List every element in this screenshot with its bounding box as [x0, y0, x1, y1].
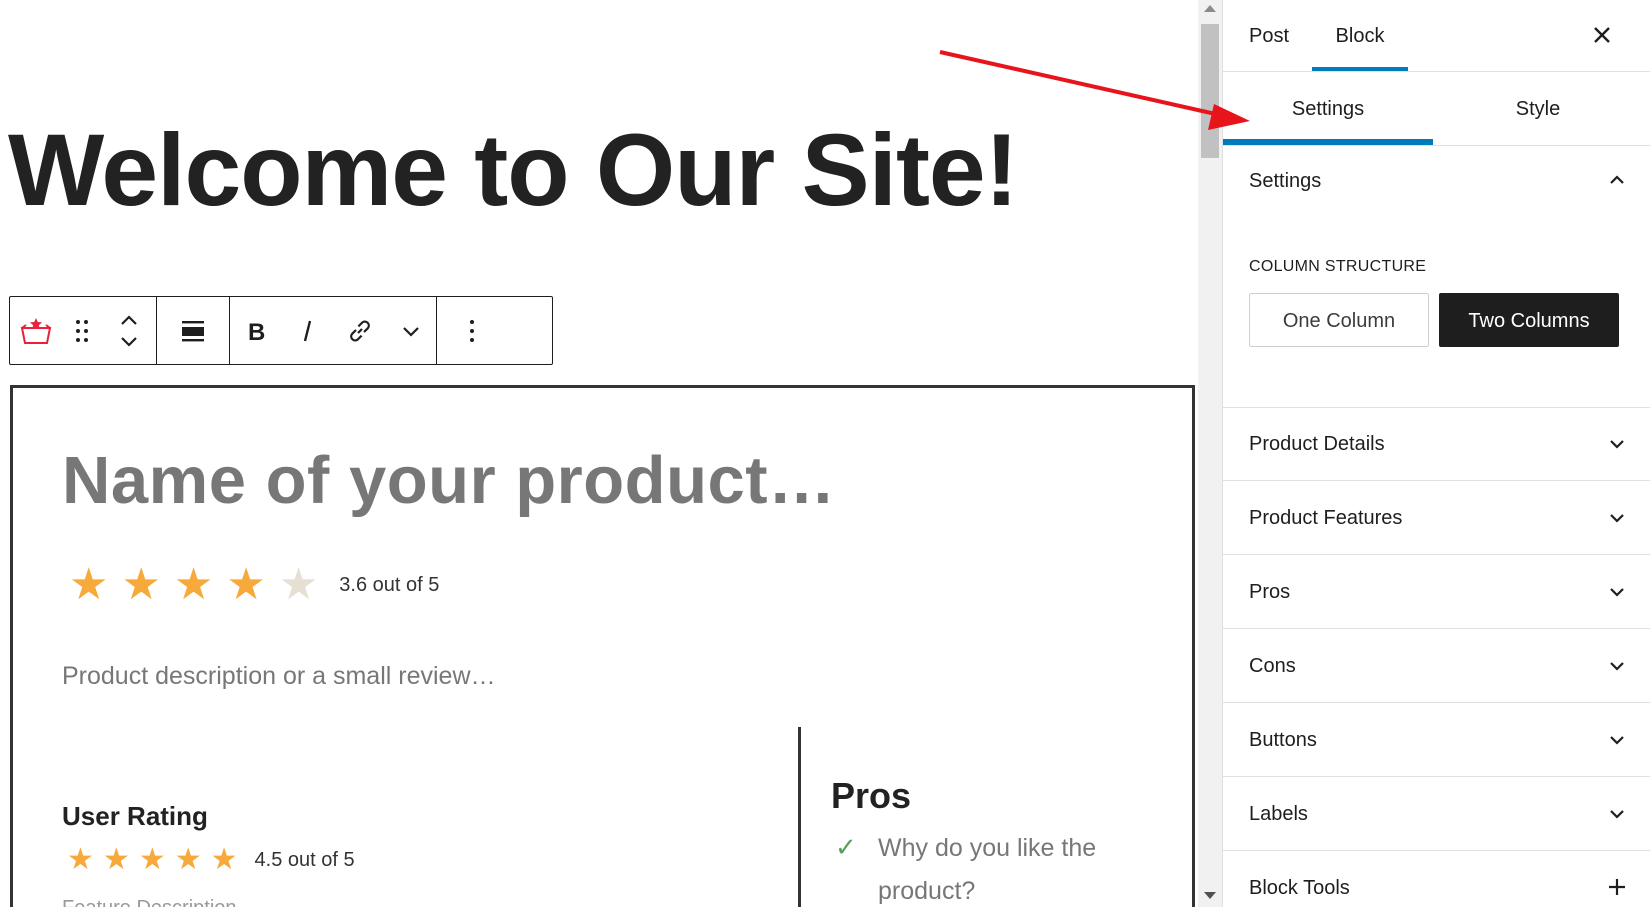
product-review-header[interactable]: Name of your product… ★ ★ ★ ★ ★ 3.6 out …: [10, 385, 1195, 730]
panel-product-features[interactable]: Product Features: [1223, 481, 1650, 555]
chevron-down-icon: [1610, 588, 1624, 597]
scroll-up-arrow-icon[interactable]: [1204, 5, 1216, 12]
star-icon[interactable]: ★: [139, 845, 166, 875]
plus-icon: [1609, 879, 1625, 895]
panel-pros[interactable]: Pros: [1223, 555, 1650, 629]
sidebar-subtabs: Settings Style: [1223, 71, 1650, 146]
product-review-pros[interactable]: Pros ✓ Why do you like the product?: [798, 727, 1195, 907]
star-icon[interactable]: ★: [226, 563, 265, 607]
block-type-button[interactable]: [10, 297, 62, 364]
toolbar-group-block: [10, 297, 157, 364]
column-structure-label: COLUMN STRUCTURE: [1249, 258, 1427, 275]
star-icon[interactable]: ★: [121, 563, 160, 607]
star-icon[interactable]: ★: [67, 845, 94, 875]
star-icon[interactable]: ★: [211, 845, 238, 875]
panel-title: Labels: [1249, 803, 1308, 825]
more-formats-button[interactable]: [386, 297, 436, 364]
options-kebab-icon: [470, 319, 474, 342]
italic-button[interactable]: [282, 297, 334, 364]
svg-text:B: B: [248, 319, 265, 343]
panel-title: Product Features: [1249, 507, 1403, 529]
tab-block[interactable]: Block: [1312, 0, 1408, 71]
product-rating[interactable]: ★ ★ ★ ★ ★ 3.6 out of 5: [69, 563, 439, 607]
more-formats-chevron-icon: [403, 326, 419, 337]
panel-title: Block Tools: [1249, 877, 1350, 899]
panel-title: Buttons: [1249, 729, 1317, 751]
pros-title[interactable]: Pros: [831, 775, 911, 817]
star-icon[interactable]: ★: [69, 563, 108, 607]
star-icon[interactable]: ★: [174, 563, 213, 607]
two-columns-button[interactable]: Two Columns: [1439, 293, 1619, 347]
product-description-placeholder[interactable]: Product description or a small review…: [62, 662, 496, 691]
drag-handle[interactable]: [62, 297, 102, 364]
chevron-down-icon: [1610, 662, 1624, 671]
sidebar-header: Post Block: [1223, 0, 1650, 72]
editor-canvas: Welcome to Our Site! B Name of your prod…: [0, 0, 1205, 907]
chevron-down-icon: [1610, 440, 1624, 449]
toolbar-group-format: B: [230, 297, 437, 364]
panel-block-tools[interactable]: Block Tools: [1223, 851, 1650, 907]
block-toolbar: B: [9, 296, 553, 365]
product-name-placeholder[interactable]: Name of your product…: [62, 442, 836, 519]
drag-handle-icon: [76, 319, 88, 342]
link-icon: [350, 320, 370, 341]
panel-title: Product Details: [1249, 433, 1385, 455]
move-up-down-button[interactable]: [102, 297, 156, 364]
settings-sidebar: Post Block Settings Style Settings COLUM…: [1222, 0, 1650, 907]
star-icon[interactable]: ★: [175, 845, 202, 875]
bold-button[interactable]: B: [230, 297, 282, 364]
panel-title: Cons: [1249, 655, 1296, 677]
align-button[interactable]: [157, 297, 229, 364]
toolbar-group-options: [437, 297, 507, 364]
star-icon[interactable]: ★: [103, 845, 130, 875]
pros-item-placeholder[interactable]: Why do you like the product?: [878, 827, 1178, 907]
panel-product-details[interactable]: Product Details: [1223, 407, 1650, 481]
panel-cons[interactable]: Cons: [1223, 629, 1650, 703]
chevron-up-icon[interactable]: [1609, 172, 1625, 188]
settings-panel: Settings COLUMN STRUCTURE One Column Two…: [1223, 145, 1650, 408]
move-up-down-icon: [121, 314, 137, 347]
close-icon[interactable]: [1589, 22, 1615, 48]
toolbar-group-align: [157, 297, 230, 364]
feature-description[interactable]: Feature Description: [62, 897, 237, 907]
tab-settings[interactable]: Settings: [1223, 71, 1433, 145]
block-type-icon: [20, 317, 52, 344]
chevron-down-icon: [1610, 810, 1624, 819]
user-rating-value: 4.5 out of 5: [254, 848, 355, 871]
bold-icon: B: [248, 319, 265, 343]
panel-buttons[interactable]: Buttons: [1223, 703, 1650, 777]
panel-labels[interactable]: Labels: [1223, 777, 1650, 851]
user-rating[interactable]: ★ ★ ★ ★ ★ 4.5 out of 5: [67, 845, 355, 875]
star-empty-icon[interactable]: ★: [279, 563, 318, 607]
panel-title: Pros: [1249, 581, 1291, 603]
italic-icon: [303, 320, 312, 341]
chevron-down-icon: [1610, 736, 1624, 745]
rating-value: 3.6 out of 5: [339, 573, 440, 596]
tab-post[interactable]: Post: [1249, 0, 1289, 71]
tab-style[interactable]: Style: [1433, 71, 1643, 145]
scroll-thumb[interactable]: [1201, 24, 1219, 158]
one-column-button[interactable]: One Column: [1249, 293, 1429, 347]
scroll-down-arrow-icon[interactable]: [1204, 892, 1216, 899]
product-review-details[interactable]: User Rating ★ ★ ★ ★ ★ 4.5 out of 5 Featu…: [10, 727, 801, 907]
chevron-down-icon: [1610, 514, 1624, 523]
align-icon: [182, 320, 204, 341]
check-icon: ✓: [835, 833, 857, 863]
link-button[interactable]: [334, 297, 386, 364]
page-title[interactable]: Welcome to Our Site!: [8, 112, 1019, 229]
user-rating-title[interactable]: User Rating: [62, 801, 208, 832]
options-button[interactable]: [437, 297, 507, 364]
canvas-scrollbar[interactable]: [1198, 0, 1222, 907]
settings-panel-title[interactable]: Settings: [1249, 170, 1321, 193]
